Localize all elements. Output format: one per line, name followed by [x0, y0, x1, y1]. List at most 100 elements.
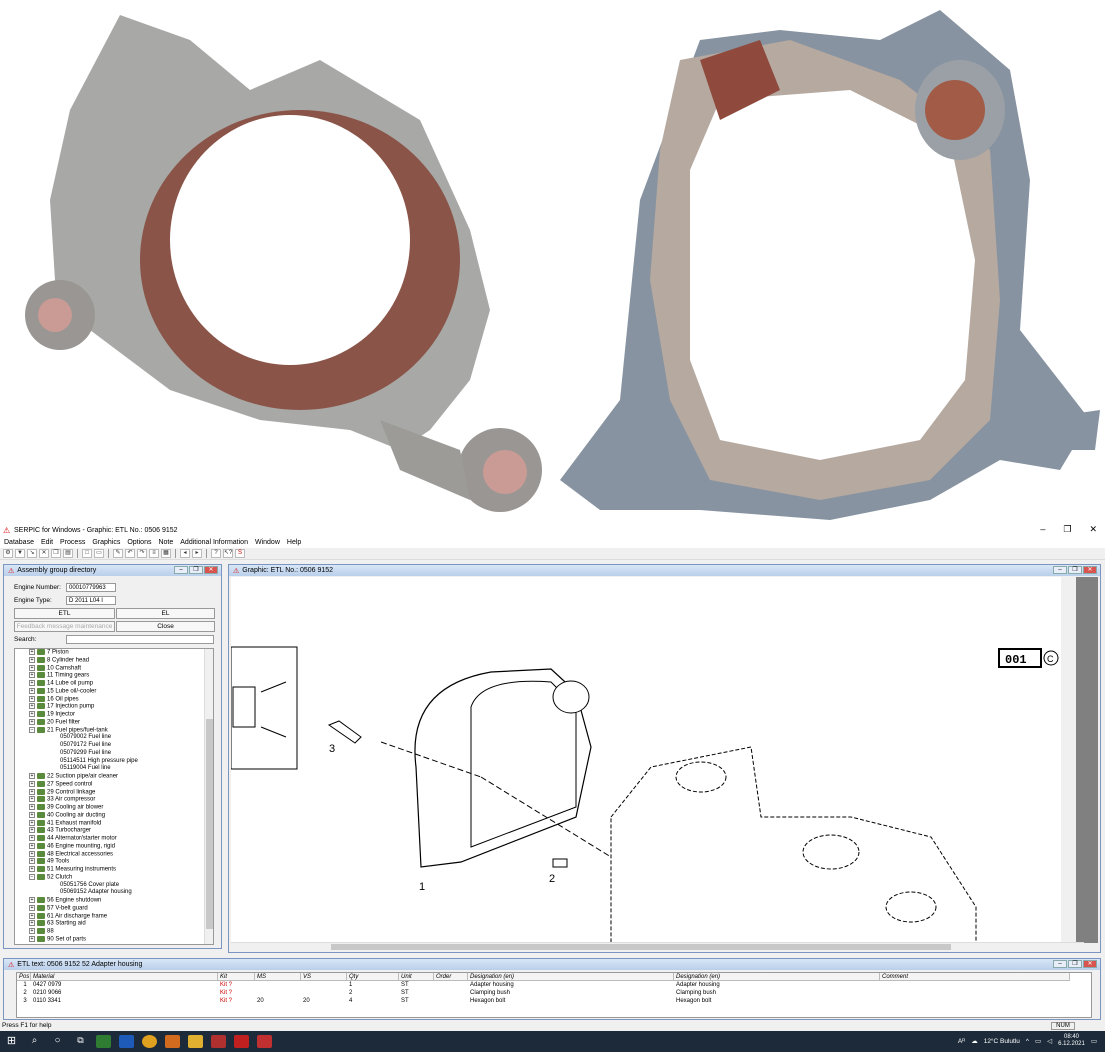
expand-toggle-icon[interactable]: +	[29, 866, 35, 872]
etl-close-button[interactable]: ✕	[1083, 960, 1097, 968]
graphic-restore-button[interactable]: ❐	[1068, 566, 1082, 574]
expand-toggle-icon[interactable]: +	[29, 711, 35, 717]
expand-toggle-icon[interactable]: +	[29, 935, 35, 942]
tree-item[interactable]: +40 Cooling air ducting	[15, 811, 213, 820]
tree-item[interactable]: 05114511 High pressure pipe	[15, 758, 213, 766]
menu-process[interactable]: Process	[60, 539, 85, 546]
tree-item[interactable]: +15 Lube oil/-cooler	[15, 687, 213, 696]
expand-toggle-icon[interactable]: +	[29, 835, 35, 841]
tree-item[interactable]: 05069152 Adapter housing	[15, 889, 213, 897]
tree-item[interactable]: +46 Engine mounting, rigid	[15, 842, 213, 851]
table-icon[interactable]: ▦	[161, 549, 171, 558]
assembly-tree[interactable]: +7 Piston +8 Cylinder head +10 Camshaft +11…	[14, 648, 214, 945]
tree-item[interactable]: +19 Injector	[15, 711, 213, 719]
expand-toggle-icon[interactable]: +	[29, 928, 35, 934]
expand-toggle-icon[interactable]: +	[29, 649, 35, 655]
sis-icon[interactable]: S	[235, 549, 245, 558]
forward-arrow-icon[interactable]: ▸	[192, 549, 202, 558]
excel-app-icon[interactable]	[96, 1035, 111, 1048]
tree-item[interactable]: +61 Air discharge frame	[15, 912, 213, 921]
tree-item[interactable]: +22 Suction pipe/air cleaner	[15, 773, 213, 781]
tree-scroll-thumb[interactable]	[206, 719, 213, 929]
engine-type-field[interactable]: D 2011 L04 I	[66, 596, 116, 605]
expand-toggle-icon[interactable]: +	[29, 773, 35, 779]
el-button[interactable]: EL	[116, 608, 215, 619]
col-comment[interactable]: Comment	[880, 973, 1070, 981]
tree-item[interactable]: +44 Alternator/starter motor	[15, 835, 213, 843]
etl-button[interactable]: ETL	[14, 608, 115, 619]
tree-item[interactable]: +33 Air compressor	[15, 796, 213, 804]
tree-item[interactable]: +48 Electrical accessories	[15, 850, 213, 859]
tree-item[interactable]: +49 Tools	[15, 858, 213, 866]
tree-item[interactable]: +43 Turbocharger	[15, 827, 213, 835]
tree-item[interactable]: +29 Control linkage	[15, 788, 213, 797]
col-vs[interactable]: VS	[301, 973, 347, 981]
expand-toggle-icon[interactable]: −	[29, 873, 35, 880]
menu-options[interactable]: Options	[127, 539, 151, 546]
context-help-icon[interactable]: ↖?	[223, 549, 233, 558]
open-icon[interactable]: ⚙	[3, 549, 13, 558]
etl-restore-button[interactable]: ❐	[1068, 960, 1082, 968]
graphic-close-button[interactable]: ✕	[1083, 566, 1097, 574]
expand-toggle-icon[interactable]: +	[29, 656, 35, 663]
expand-toggle-icon[interactable]: +	[29, 897, 35, 903]
table-row[interactable]: 1 0427 0979 Kit ? 1 ST Adapter housing Adapter…	[17, 981, 1091, 989]
panel-close-button[interactable]: ✕	[204, 566, 218, 574]
tree-item[interactable]: +27 Speed control	[15, 780, 213, 789]
expand-toggle-icon[interactable]: +	[29, 672, 35, 679]
clock[interactable]: 08:40 6.12.2021	[1058, 1034, 1085, 1048]
panel-minimize-button[interactable]: –	[174, 566, 188, 574]
expand-toggle-icon[interactable]: +	[29, 788, 35, 795]
tree-item[interactable]: − 52 Clutch	[15, 873, 213, 882]
col-pos[interactable]: Pos	[17, 973, 31, 981]
tree-item[interactable]: +39 Cooling air blower	[15, 804, 213, 812]
pencil-icon[interactable]: ✎	[113, 549, 123, 558]
tree-item[interactable]: 05079002 Fuel line	[15, 734, 213, 742]
maximize-button[interactable]: ❐	[1063, 524, 1071, 535]
cut-icon[interactable]: ✕	[39, 549, 49, 558]
start-icon[interactable]: ⊞	[4, 1035, 19, 1048]
help-icon[interactable]: ?	[211, 549, 221, 558]
tree-item[interactable]: +10 Camshaft	[15, 664, 213, 673]
back-arrow-icon[interactable]: ◂	[180, 549, 190, 558]
minimize-button[interactable]: –	[1040, 524, 1045, 535]
search-icon[interactable]: ⌕	[27, 1035, 42, 1048]
expand-toggle-icon[interactable]: +	[29, 718, 35, 725]
close-directory-button[interactable]: Close	[116, 621, 215, 632]
col-qty[interactable]: Qty	[347, 973, 399, 981]
expand-toggle-icon[interactable]: +	[29, 850, 35, 857]
copy-icon[interactable]: ❐	[51, 549, 61, 558]
menu-database[interactable]: Database	[4, 539, 34, 546]
graphic-horizontal-scrollbar[interactable]	[231, 942, 1084, 950]
search-input[interactable]	[66, 635, 214, 644]
expand-toggle-icon[interactable]: +	[29, 703, 35, 710]
expand-toggle-icon[interactable]: +	[29, 842, 35, 849]
tree-item[interactable]: +16 Oil pipes	[15, 695, 213, 704]
expand-toggle-icon[interactable]: +	[29, 858, 35, 865]
graphic-minimize-button[interactable]: –	[1053, 566, 1067, 574]
menu-additional-information[interactable]: Additional Information	[180, 539, 248, 546]
tool-app-icon[interactable]	[211, 1035, 226, 1048]
tree-item[interactable]: 05119004 Fuel line	[15, 765, 213, 773]
redo-icon[interactable]: ↷	[137, 549, 147, 558]
language-indicator[interactable]: Aᴿ	[958, 1038, 965, 1045]
expand-toggle-icon[interactable]: +	[29, 819, 35, 826]
chrome-app-icon[interactable]	[142, 1035, 157, 1048]
tree-item[interactable]: +88	[15, 928, 213, 936]
tree-item[interactable]: +90 Set of parts	[15, 935, 213, 944]
word-app-icon[interactable]	[119, 1035, 134, 1048]
tree-item[interactable]: 05079299 Fuel line	[15, 750, 213, 758]
table-row[interactable]: 3 0110 3341 Kit ? 20 20 4 ST Hexagon bolt Hexago…	[17, 997, 1091, 1005]
outlook-app-icon[interactable]	[165, 1035, 180, 1048]
col-order[interactable]: Order	[434, 973, 468, 981]
tree-item[interactable]: 05079172 Fuel line	[15, 742, 213, 750]
expand-toggle-icon[interactable]: +	[29, 680, 35, 686]
exploded-view-drawing[interactable]: 3 1 2 001 C	[231, 577, 1061, 943]
graphic-vertical-scrollbar[interactable]	[1076, 577, 1098, 943]
tree-item[interactable]: +7 Piston	[15, 649, 213, 657]
tree-item[interactable]: +11 Timing gears	[15, 672, 213, 680]
notification-icon[interactable]: ▭	[1091, 1037, 1097, 1045]
desktops-icon[interactable]: ⧉	[73, 1035, 88, 1048]
expand-toggle-icon[interactable]: +	[29, 904, 35, 911]
network-icon[interactable]: ▭	[1035, 1037, 1041, 1045]
